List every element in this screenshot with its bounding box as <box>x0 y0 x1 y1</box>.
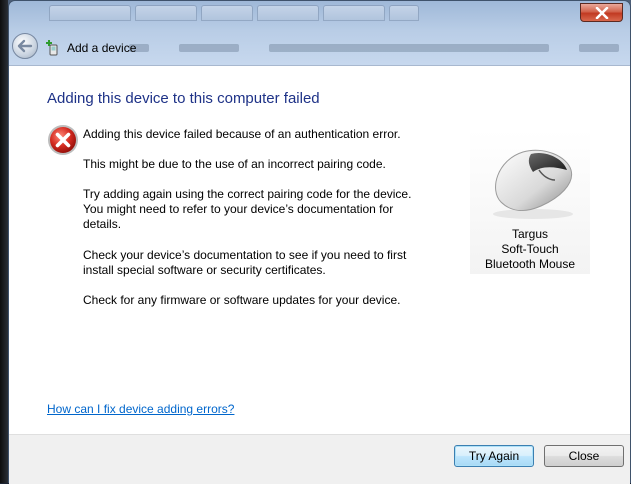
add-device-dialog: Add a device Adding this device to this … <box>8 0 631 484</box>
device-name-line: Targus <box>511 227 549 241</box>
device-name-line: Soft-Touch <box>501 242 559 256</box>
mouse-icon <box>493 149 573 219</box>
add-device-icon <box>46 40 58 56</box>
message-try-again: Try adding again using the correct pairi… <box>83 187 412 231</box>
message-documentation: Check your device’s documentation to see… <box>83 248 407 277</box>
message-pairing-code: This might be due to the use of an incor… <box>83 157 386 171</box>
close-icon <box>595 6 608 19</box>
close-button[interactable]: Close <box>544 445 624 467</box>
device-card: Targus Soft-Touch Bluetooth Mouse <box>470 130 590 274</box>
dialog-header: Add a device <box>9 31 630 65</box>
back-button[interactable] <box>12 33 38 59</box>
page-title: Adding this device to this computer fail… <box>47 90 320 107</box>
background-edge <box>0 0 8 483</box>
error-icon <box>48 125 78 155</box>
help-link[interactable]: How can I fix device adding errors? <box>47 402 234 416</box>
dialog-content: Adding this device to this computer fail… <box>9 65 630 434</box>
back-arrow-icon <box>17 39 33 53</box>
header-title: Add a device <box>67 41 137 55</box>
device-name: Targus Soft-Touch Bluetooth Mouse <box>470 227 590 272</box>
try-again-button[interactable]: Try Again <box>454 445 534 467</box>
window-close-button[interactable] <box>580 3 623 22</box>
device-name-line: Bluetooth Mouse <box>484 257 576 271</box>
dialog-footer: Try Again Close <box>9 434 630 484</box>
message-auth-error: Adding this device failed because of an … <box>83 127 401 141</box>
message-firmware: Check for any firmware or software updat… <box>83 293 401 307</box>
background-tabs <box>49 5 419 21</box>
